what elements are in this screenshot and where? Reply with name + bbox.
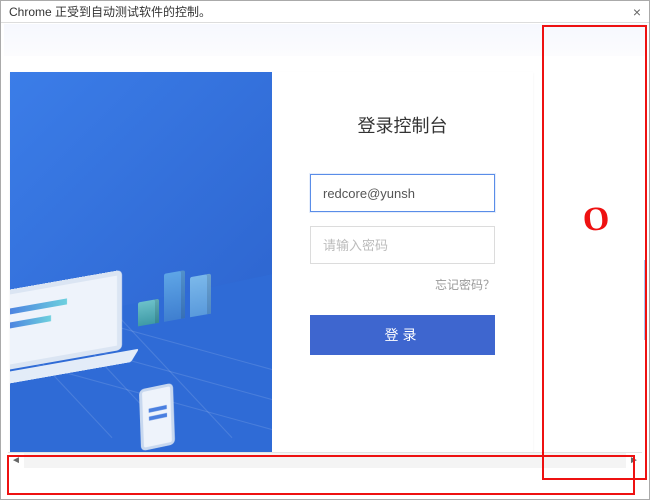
vertical-scroll-hint — [644, 260, 646, 340]
login-form: 登录控制台 忘记密码？ 登录 — [272, 72, 533, 452]
login-card: 登录控制台 忘记密码？ 登录 — [10, 72, 533, 452]
content-viewport: 登录控制台 忘记密码？ 登录 ◄ ► — [4, 24, 646, 496]
close-icon[interactable]: × — [633, 4, 641, 20]
hero-phone-icon — [139, 383, 175, 452]
hero-illustration — [10, 72, 272, 452]
header-gradient — [4, 24, 646, 56]
scroll-right-arrow-icon[interactable]: ► — [626, 453, 642, 468]
password-input[interactable] — [310, 226, 495, 264]
browser-dialog: Chrome 正受到自动测试软件的控制。 × — [0, 0, 650, 500]
scroll-track[interactable] — [24, 453, 626, 468]
titlebar-text: Chrome 正受到自动测试软件的控制。 — [9, 3, 211, 20]
username-input[interactable] — [310, 174, 495, 212]
scroll-left-arrow-icon[interactable]: ◄ — [8, 453, 24, 468]
forgot-password-link[interactable]: 忘记密码？ — [435, 276, 495, 293]
horizontal-scrollbar[interactable]: ◄ ► — [8, 452, 642, 468]
login-title: 登录控制台 — [358, 112, 448, 138]
titlebar: Chrome 正受到自动测试软件的控制。 × — [1, 1, 649, 23]
login-button[interactable]: 登录 — [310, 315, 495, 355]
